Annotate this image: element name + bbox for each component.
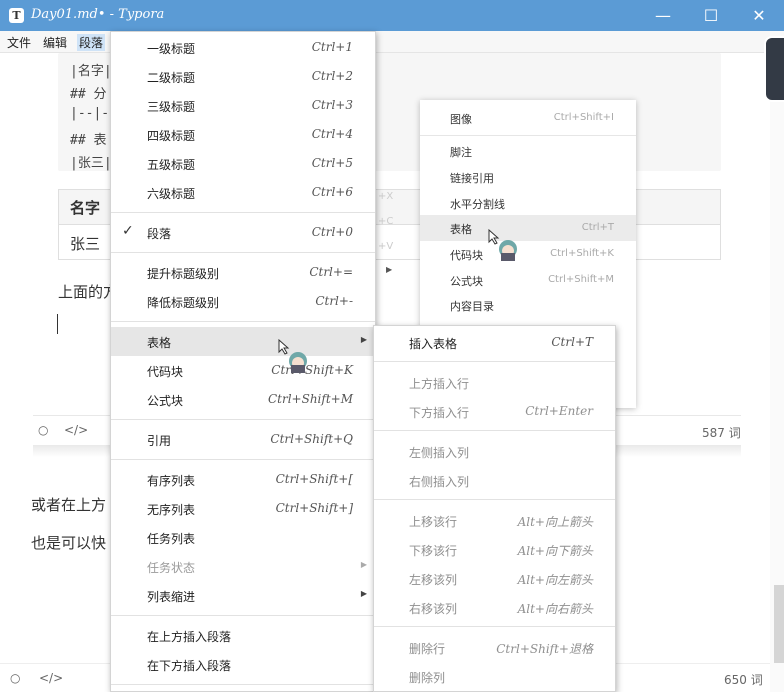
menu-separator	[420, 135, 636, 136]
menu-separator	[111, 615, 375, 616]
ctx-item-math-block[interactable]: 公式块 Ctrl+Shift+M	[420, 267, 636, 293]
paragraph-text[interactable]: 上面的方	[58, 281, 118, 302]
submenu-item-delete-row[interactable]: 删除行 Ctrl+Shift+退格	[374, 632, 615, 661]
menu-item-insert-paragraph-above[interactable]: 在上方插入段落	[111, 621, 375, 650]
submenu-item-move-col-right[interactable]: 右移该列 Alt+向右箭头	[374, 592, 615, 621]
menu-item-table[interactable]: 表格 ▶	[111, 327, 375, 356]
menu-item-task-status[interactable]: 任务状态 ▶	[111, 552, 375, 581]
menu-separator	[111, 684, 375, 685]
code-line: |张三|	[70, 156, 112, 171]
menu-separator	[374, 499, 615, 500]
paragraph-menu: 一级标题 Ctrl+1 二级标题 Ctrl+2 三级标题 Ctrl+3 四级标题…	[110, 31, 376, 692]
source-code-icon[interactable]: </>	[64, 423, 88, 437]
ghost-text: +V	[378, 241, 394, 252]
menu-paragraph[interactable]: 段落	[77, 34, 106, 51]
code-line: ## 表	[70, 133, 107, 148]
table-cell[interactable]: 张三	[70, 233, 100, 254]
menu-item-heading-3[interactable]: 三级标题 Ctrl+3	[111, 91, 375, 120]
menu-separator	[111, 419, 375, 420]
submenu-item-insert-table[interactable]: 插入表格 Ctrl+T	[374, 327, 615, 356]
menu-separator	[111, 321, 375, 322]
menu-item-insert-paragraph-below[interactable]: 在下方插入段落	[111, 650, 375, 679]
menu-item-quote[interactable]: 引用 Ctrl+Shift+Q	[111, 425, 375, 454]
ctx-item-footnote[interactable]: 脚注	[420, 138, 636, 164]
code-line: ## 分	[70, 87, 107, 102]
close-button[interactable]: ✕	[736, 0, 782, 31]
source-code-icon[interactable]: </>	[39, 671, 63, 685]
scrollbar-thumb[interactable]	[774, 585, 784, 663]
menu-item-unordered-list[interactable]: 无序列表 Ctrl+Shift+]	[111, 494, 375, 523]
ctx-item-code-block[interactable]: 代码块 Ctrl+Shift+K	[420, 241, 636, 267]
menu-separator	[374, 626, 615, 627]
menu-item-heading-4[interactable]: 四级标题 Ctrl+4	[111, 120, 375, 149]
paragraph-text[interactable]: 也是可以快	[31, 532, 106, 553]
ghost-text: +X	[378, 191, 394, 202]
text-cursor	[57, 314, 58, 334]
table-header-cell[interactable]: 名字	[70, 197, 100, 218]
ctx-item-link-reference[interactable]: 链接引用	[420, 164, 636, 190]
menu-item-heading-5[interactable]: 五级标题 Ctrl+5	[111, 149, 375, 178]
menu-item-heading-1[interactable]: 一级标题 Ctrl+1	[111, 33, 375, 62]
ctx-item-table[interactable]: 表格 Ctrl+T	[420, 215, 636, 241]
ghost-arrow-icon: ▶	[386, 265, 393, 274]
code-line: |名字|	[70, 64, 112, 79]
check-icon: ✓	[122, 223, 134, 239]
submenu-item-delete-column[interactable]: 删除列	[374, 661, 615, 690]
table-submenu: 插入表格 Ctrl+T 上方插入行 下方插入行 Ctrl+Enter 左侧插入列…	[373, 325, 616, 692]
menu-item-paragraph[interactable]: ✓ 段落 Ctrl+0	[111, 218, 375, 247]
submenu-item-insert-col-right[interactable]: 右侧插入列	[374, 465, 615, 494]
menu-separator	[111, 459, 375, 460]
menu-edit[interactable]: 编辑	[43, 34, 67, 51]
ghost-text: +C	[378, 216, 394, 227]
menu-item-decrease-heading[interactable]: 降低标题级别 Ctrl+-	[111, 287, 375, 316]
maximize-button[interactable]: ☐	[688, 0, 734, 31]
word-count[interactable]: 650 词	[724, 671, 763, 688]
menu-separator	[111, 252, 375, 253]
chevron-right-icon: ▶	[360, 589, 367, 598]
menu-item-increase-heading[interactable]: 提升标题级别 Ctrl+=	[111, 258, 375, 287]
menu-file[interactable]: 文件	[7, 34, 31, 51]
chevron-right-icon: ▶	[360, 335, 367, 344]
submenu-item-insert-col-left[interactable]: 左侧插入列	[374, 436, 615, 465]
menu-item-task-list[interactable]: 任务列表	[111, 523, 375, 552]
menu-item-heading-2[interactable]: 二级标题 Ctrl+2	[111, 62, 375, 91]
menu-item-ordered-list[interactable]: 有序列表 Ctrl+Shift+[	[111, 465, 375, 494]
minimize-button[interactable]: —	[640, 0, 686, 31]
submenu-item-insert-row-above[interactable]: 上方插入行	[374, 367, 615, 396]
paragraph-text[interactable]: 或者在上方	[31, 494, 106, 515]
outline-toggle-icon[interactable]: ○	[38, 423, 48, 437]
window-title: Day01.md• - Typora	[31, 7, 165, 22]
menu-item-list-indent[interactable]: 列表缩进 ▶	[111, 581, 375, 610]
mouse-pointer-icon	[488, 229, 517, 261]
submenu-item-move-row-down[interactable]: 下移该行 Alt+向下箭头	[374, 534, 615, 563]
menu-item-heading-6[interactable]: 六级标题 Ctrl+6	[111, 178, 375, 207]
code-line: |--|-	[70, 106, 110, 121]
typora-app-icon: T	[9, 8, 24, 23]
title-bar: T Day01.md• - Typora — ☐ ✕	[0, 0, 784, 31]
menu-separator	[111, 212, 375, 213]
inner-word-count[interactable]: 587 词	[702, 424, 741, 441]
menu-item-math-block[interactable]: 公式块 Ctrl+Shift+M	[111, 385, 375, 414]
ctx-item-toc[interactable]: 内容目录	[420, 292, 636, 318]
chevron-right-icon: ▶	[360, 560, 367, 569]
floating-avatar	[764, 36, 784, 102]
ctx-item-image[interactable]: 图像 Ctrl+Shift+I	[420, 105, 636, 131]
submenu-item-move-row-up[interactable]: 上移该行 Alt+向上箭头	[374, 505, 615, 534]
menu-separator	[374, 361, 615, 362]
mouse-pointer-icon	[278, 339, 307, 373]
submenu-item-insert-row-below[interactable]: 下方插入行 Ctrl+Enter	[374, 396, 615, 425]
submenu-item-move-col-left[interactable]: 左移该列 Alt+向左箭头	[374, 563, 615, 592]
menu-item-code-block[interactable]: 代码块 Ctrl+Shift+K	[111, 356, 375, 385]
menu-separator	[374, 430, 615, 431]
ctx-item-horizontal-rule[interactable]: 水平分割线	[420, 190, 636, 216]
outline-toggle-icon[interactable]: ○	[10, 671, 20, 685]
